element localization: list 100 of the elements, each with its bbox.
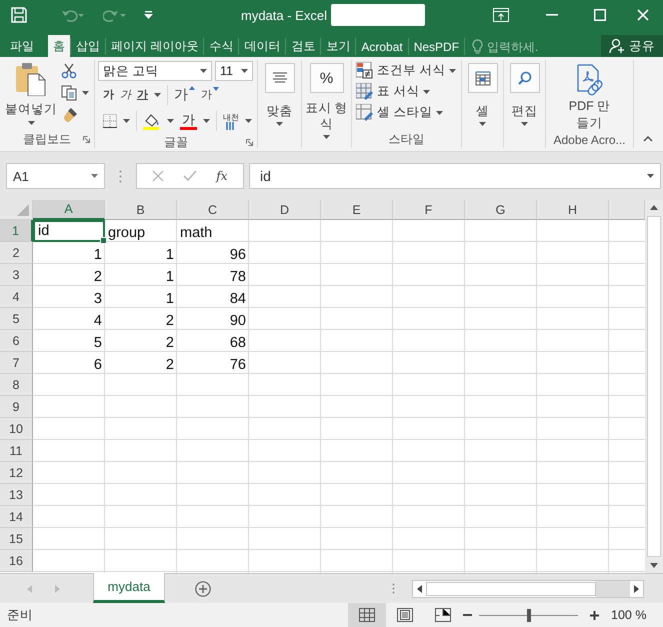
caret-icon[interactable] bbox=[91, 174, 98, 178]
caret-icon[interactable] bbox=[323, 135, 330, 139]
ribbon-tab[interactable]: 홈 bbox=[48, 35, 70, 57]
scroll-thumb[interactable] bbox=[647, 216, 661, 557]
borders-icon[interactable] bbox=[103, 114, 117, 128]
column-header[interactable]: C bbox=[177, 200, 249, 220]
ribbon-tab[interactable]: 보기 bbox=[320, 38, 356, 55]
row-header[interactable]: 12 bbox=[0, 462, 33, 484]
add-sheet-icon[interactable] bbox=[195, 580, 211, 596]
font-name-dropdown[interactable]: 맑은 고딕 bbox=[98, 61, 212, 81]
row-header[interactable]: 2 bbox=[0, 242, 33, 264]
check-icon[interactable] bbox=[183, 170, 198, 182]
bold-button[interactable]: 가 bbox=[103, 87, 114, 102]
scroll-left-icon[interactable] bbox=[417, 584, 422, 592]
caret-icon[interactable] bbox=[276, 122, 283, 126]
row-header[interactable]: 7 bbox=[0, 352, 33, 374]
column-header[interactable]: F bbox=[393, 200, 465, 220]
sheet-tab[interactable]: mydata bbox=[93, 573, 165, 603]
zoom-in-icon[interactable] bbox=[590, 610, 599, 620]
ribbon-tab[interactable]: 데이터 bbox=[238, 38, 286, 55]
formula-input[interactable]: id bbox=[249, 163, 661, 189]
scroll-down-icon[interactable] bbox=[650, 563, 658, 568]
underline-button[interactable]: 가 bbox=[137, 87, 148, 102]
scroll-up-icon[interactable] bbox=[650, 205, 658, 210]
grow-font-button[interactable]: 가 bbox=[174, 86, 195, 104]
font-color-button[interactable]: 가 bbox=[180, 112, 197, 130]
style-menu-button[interactable]: 셀 스타일 bbox=[356, 102, 444, 123]
search-field[interactable]: 입력하세. bbox=[487, 40, 546, 54]
caret-icon[interactable] bbox=[436, 110, 444, 114]
caret-icon[interactable] bbox=[167, 119, 174, 123]
paste-button[interactable]: 붙여넣기 bbox=[5, 60, 57, 130]
shrink-font-button[interactable]: 가 bbox=[201, 87, 219, 102]
save-icon[interactable] bbox=[11, 7, 27, 23]
row-header[interactable]: 3 bbox=[0, 264, 33, 286]
ribbon-tab[interactable]: 검토 bbox=[285, 38, 320, 55]
caret-icon[interactable] bbox=[423, 90, 430, 94]
insert-function-button[interactable]: fx bbox=[216, 169, 228, 183]
scroll-right-icon[interactable] bbox=[634, 584, 639, 592]
minimize-icon[interactable] bbox=[546, 14, 558, 16]
number-format-button[interactable]: % 표시 형식 bbox=[304, 60, 350, 139]
caret-icon[interactable] bbox=[449, 68, 456, 72]
copy-icon[interactable] bbox=[61, 85, 77, 101]
ribbon-tab[interactable]: 페이지 레이아웃 bbox=[105, 38, 204, 55]
paintbrush-icon[interactable] bbox=[61, 107, 79, 123]
caret-icon[interactable] bbox=[241, 69, 248, 73]
caret-icon[interactable] bbox=[123, 119, 130, 123]
caret-icon[interactable] bbox=[647, 174, 654, 178]
ribbon-tab[interactable]: 수식 bbox=[203, 38, 238, 55]
alignment-button[interactable]: 맞춤 bbox=[264, 60, 294, 130]
column-header[interactable]: G bbox=[465, 200, 537, 220]
slider-thumb[interactable] bbox=[526, 608, 530, 622]
column-header[interactable]: A bbox=[33, 200, 105, 220]
italic-button[interactable]: 가 bbox=[120, 87, 131, 102]
caret-icon[interactable] bbox=[200, 69, 207, 73]
close-icon[interactable] bbox=[636, 9, 649, 21]
active-cell[interactable]: id bbox=[33, 220, 105, 242]
row-header[interactable]: 9 bbox=[0, 396, 33, 418]
caret-icon[interactable] bbox=[82, 91, 89, 95]
collapse-ribbon-icon[interactable] bbox=[643, 136, 653, 142]
row-header[interactable]: 11 bbox=[0, 440, 33, 462]
scroll-thumb[interactable] bbox=[426, 582, 596, 596]
row-header[interactable]: 16 bbox=[0, 550, 33, 572]
column-header[interactable]: D bbox=[249, 200, 321, 220]
create-pdf-button[interactable]: PDF 만들기 bbox=[568, 60, 610, 132]
caret-icon[interactable] bbox=[245, 119, 252, 123]
caret-icon[interactable] bbox=[28, 121, 34, 125]
caret-icon[interactable] bbox=[479, 122, 486, 126]
row-header[interactable]: 15 bbox=[0, 528, 33, 550]
caret-icon[interactable] bbox=[203, 119, 210, 123]
row-header[interactable]: 14 bbox=[0, 506, 33, 528]
column-header[interactable]: B bbox=[105, 200, 177, 220]
row-header[interactable]: 1 bbox=[0, 220, 33, 242]
row-header[interactable]: 8 bbox=[0, 374, 33, 396]
row-header[interactable]: 5 bbox=[0, 308, 33, 330]
style-menu-button[interactable]: 조건부 서식 bbox=[356, 60, 456, 81]
maximize-icon[interactable] bbox=[594, 9, 606, 21]
share-button[interactable]: 공유 bbox=[601, 35, 663, 57]
font-size-dropdown[interactable]: 11 bbox=[215, 61, 253, 81]
row-header[interactable]: 10 bbox=[0, 418, 33, 440]
dialog-launcher-icon[interactable] bbox=[83, 136, 90, 143]
row-header[interactable]: 13 bbox=[0, 484, 33, 506]
ribbon-display-icon[interactable] bbox=[492, 8, 509, 22]
ribbon-tab[interactable]: NesPDF bbox=[408, 38, 464, 55]
row-header[interactable]: 6 bbox=[0, 330, 33, 352]
ribbon-tab[interactable]: Acrobat bbox=[355, 38, 408, 55]
fill-color-icon[interactable] bbox=[143, 112, 161, 130]
name-box[interactable]: A1 bbox=[6, 163, 105, 189]
row-header[interactable]: 4 bbox=[0, 286, 33, 308]
scissors-icon[interactable] bbox=[61, 63, 77, 79]
horizontal-scrollbar[interactable] bbox=[412, 580, 644, 598]
ribbon-tab[interactable]: 파일 bbox=[0, 35, 48, 57]
column-header[interactable]: E bbox=[321, 200, 393, 220]
dialog-launcher-icon[interactable] bbox=[246, 139, 253, 146]
style-menu-button[interactable]: 표 서식 bbox=[356, 81, 430, 102]
phonetic-button[interactable]: 내천 bbox=[223, 112, 239, 130]
caret-icon[interactable] bbox=[521, 122, 528, 126]
ribbon-tab[interactable]: 삽입 bbox=[70, 38, 105, 55]
column-header[interactable]: H bbox=[537, 200, 609, 220]
cells-button[interactable]: 셀 bbox=[468, 60, 498, 130]
editing-button[interactable]: 편집 bbox=[510, 60, 540, 130]
